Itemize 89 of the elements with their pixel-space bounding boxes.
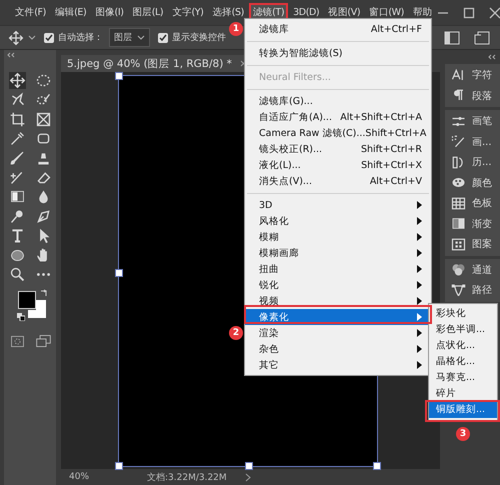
menu-item[interactable]: 滤镜库(G)... [245, 93, 431, 109]
move-icon[interactable] [8, 30, 24, 46]
caret-icon [137, 34, 145, 40]
menu-item[interactable]: 晶格化... [429, 354, 497, 370]
move-icon[interactable] [8, 72, 26, 89]
foreground-color-swatch[interactable] [18, 290, 36, 309]
panel-tab[interactable]: 渐变 [472, 216, 492, 231]
menu-item[interactable]: 镜头校正(R)... Shift+Ctrl+R [245, 141, 431, 157]
grid-icon[interactable] [451, 196, 466, 211]
panel-tab[interactable]: 段落 [472, 88, 492, 103]
menu-item[interactable]: 帮助 [408, 3, 436, 22]
panel-layout-icon[interactable] [444, 30, 460, 44]
transform-handle[interactable] [373, 462, 381, 470]
frame-icon[interactable] [34, 110, 52, 128]
menu-item[interactable]: 彩色半调... [429, 322, 497, 338]
panel-tab[interactable]: 通道 [472, 262, 492, 277]
channels-icon[interactable] [451, 262, 466, 278]
panel-tab[interactable]: 历... [472, 155, 492, 170]
collapse-icon[interactable] [7, 52, 15, 58]
menu-item[interactable]: 马赛克... [429, 370, 497, 386]
menu-item[interactable]: 图层(L) [128, 3, 168, 22]
menu-item[interactable]: 锐化 [245, 277, 431, 293]
menu-item[interactable]: Camera Raw 滤镜(C)...Shift+Ctrl+A [245, 125, 431, 141]
eyedropper-icon[interactable] [8, 130, 26, 148]
menu-item[interactable]: 编辑(E) [50, 3, 90, 22]
menu-item[interactable]: 碎片 [429, 386, 497, 402]
transform-handle[interactable] [115, 72, 123, 80]
type-icon[interactable] [451, 68, 466, 83]
pattern-icon[interactable] [451, 236, 466, 252]
transform-handle[interactable] [115, 462, 123, 470]
menu-item[interactable]: 3D(D) [289, 4, 324, 21]
screen-mode-icon[interactable] [34, 332, 52, 350]
collapse-icon[interactable] [488, 54, 496, 60]
menu-item[interactable]: 视图(V) [324, 3, 364, 22]
menu-item[interactable]: 其它 [245, 357, 431, 373]
pen-icon[interactable] [34, 208, 52, 225]
menu-item[interactable]: 选择(S) [208, 3, 248, 22]
auto-select-label: 自动选择： [58, 32, 103, 44]
3d-mode-icon[interactable] [474, 30, 490, 44]
panel-tab[interactable]: 图案 [472, 237, 492, 252]
panel-tab[interactable]: 色板 [472, 196, 492, 210]
show-transform-label: 显示变换控件 [172, 32, 226, 44]
menu-item[interactable]: 点状化... [429, 338, 497, 354]
dodge-icon[interactable] [8, 208, 26, 225]
menu-item[interactable]: 模糊 [245, 229, 431, 245]
menu-item[interactable]: 文字(Y) [168, 3, 208, 22]
menu-item[interactable]: 滤镜库 Alt+Ctrl+F [245, 21, 431, 37]
zoom-icon[interactable] [8, 266, 26, 283]
panel-tab[interactable]: 路径 [472, 283, 492, 298]
menu-item[interactable]: 扭曲 [245, 261, 431, 277]
panel-tab[interactable]: 画... [472, 134, 492, 149]
menu-item[interactable]: 模糊画廊 [245, 245, 431, 261]
panel-tab[interactable]: 字符 [472, 68, 492, 82]
chevron-right-icon[interactable] [245, 472, 251, 482]
menu-item[interactable]: 彩块化 [429, 306, 497, 322]
panel-tab[interactable]: 颜色 [472, 176, 492, 190]
panel-tab[interactable]: 画笔 [472, 114, 492, 128]
menu-item[interactable]: 视频 [245, 293, 431, 309]
marquee-icon[interactable] [34, 72, 52, 89]
menu-item[interactable]: 窗口(W) [365, 3, 408, 22]
checkbox[interactable] [158, 32, 168, 42]
menu-item[interactable]: 杂色 [245, 341, 431, 357]
close-icon[interactable] [489, 6, 500, 18]
menu-item[interactable]: 文件(F) [11, 3, 50, 22]
menu-item[interactable]: 液化(L)... Shift+Ctrl+X [245, 157, 431, 173]
checkbox[interactable] [44, 32, 54, 42]
crop-icon[interactable] [8, 110, 26, 128]
menu-item[interactable]: 图像(I) [91, 3, 128, 22]
gradient-icon[interactable] [451, 216, 466, 232]
brush-icon[interactable] [451, 134, 466, 150]
transform-handle[interactable] [115, 269, 123, 277]
menu-item[interactable]: 自适应广角(A)... Alt+Shift+Ctrl+A [245, 109, 431, 125]
background-color-swatch[interactable] [28, 300, 46, 318]
menu-item[interactable]: 消失点(V)... Alt+Ctrl+V [245, 173, 431, 189]
brush-icon[interactable] [8, 150, 26, 167]
menu-item[interactable]: 风格化 [245, 213, 431, 229]
layer-dropdown[interactable]: 图层 [109, 28, 150, 47]
menu-item[interactable]: 3D [245, 197, 431, 213]
close-icon[interactable] [240, 60, 247, 67]
swap-icon[interactable] [40, 288, 49, 298]
caret-icon[interactable] [28, 34, 36, 40]
menu-item[interactable]: 铜版雕刻... [429, 402, 497, 418]
document-size: 文档:3.22M/3.22M [146, 472, 228, 484]
menu-item[interactable]: 渲染 [245, 325, 431, 341]
transform-handle[interactable] [245, 462, 253, 470]
default-colors-icon[interactable] [17, 312, 25, 321]
path-icon[interactable] [451, 282, 466, 298]
maximize-icon[interactable] [463, 6, 476, 18]
zoom-level: 40% [68, 472, 90, 482]
